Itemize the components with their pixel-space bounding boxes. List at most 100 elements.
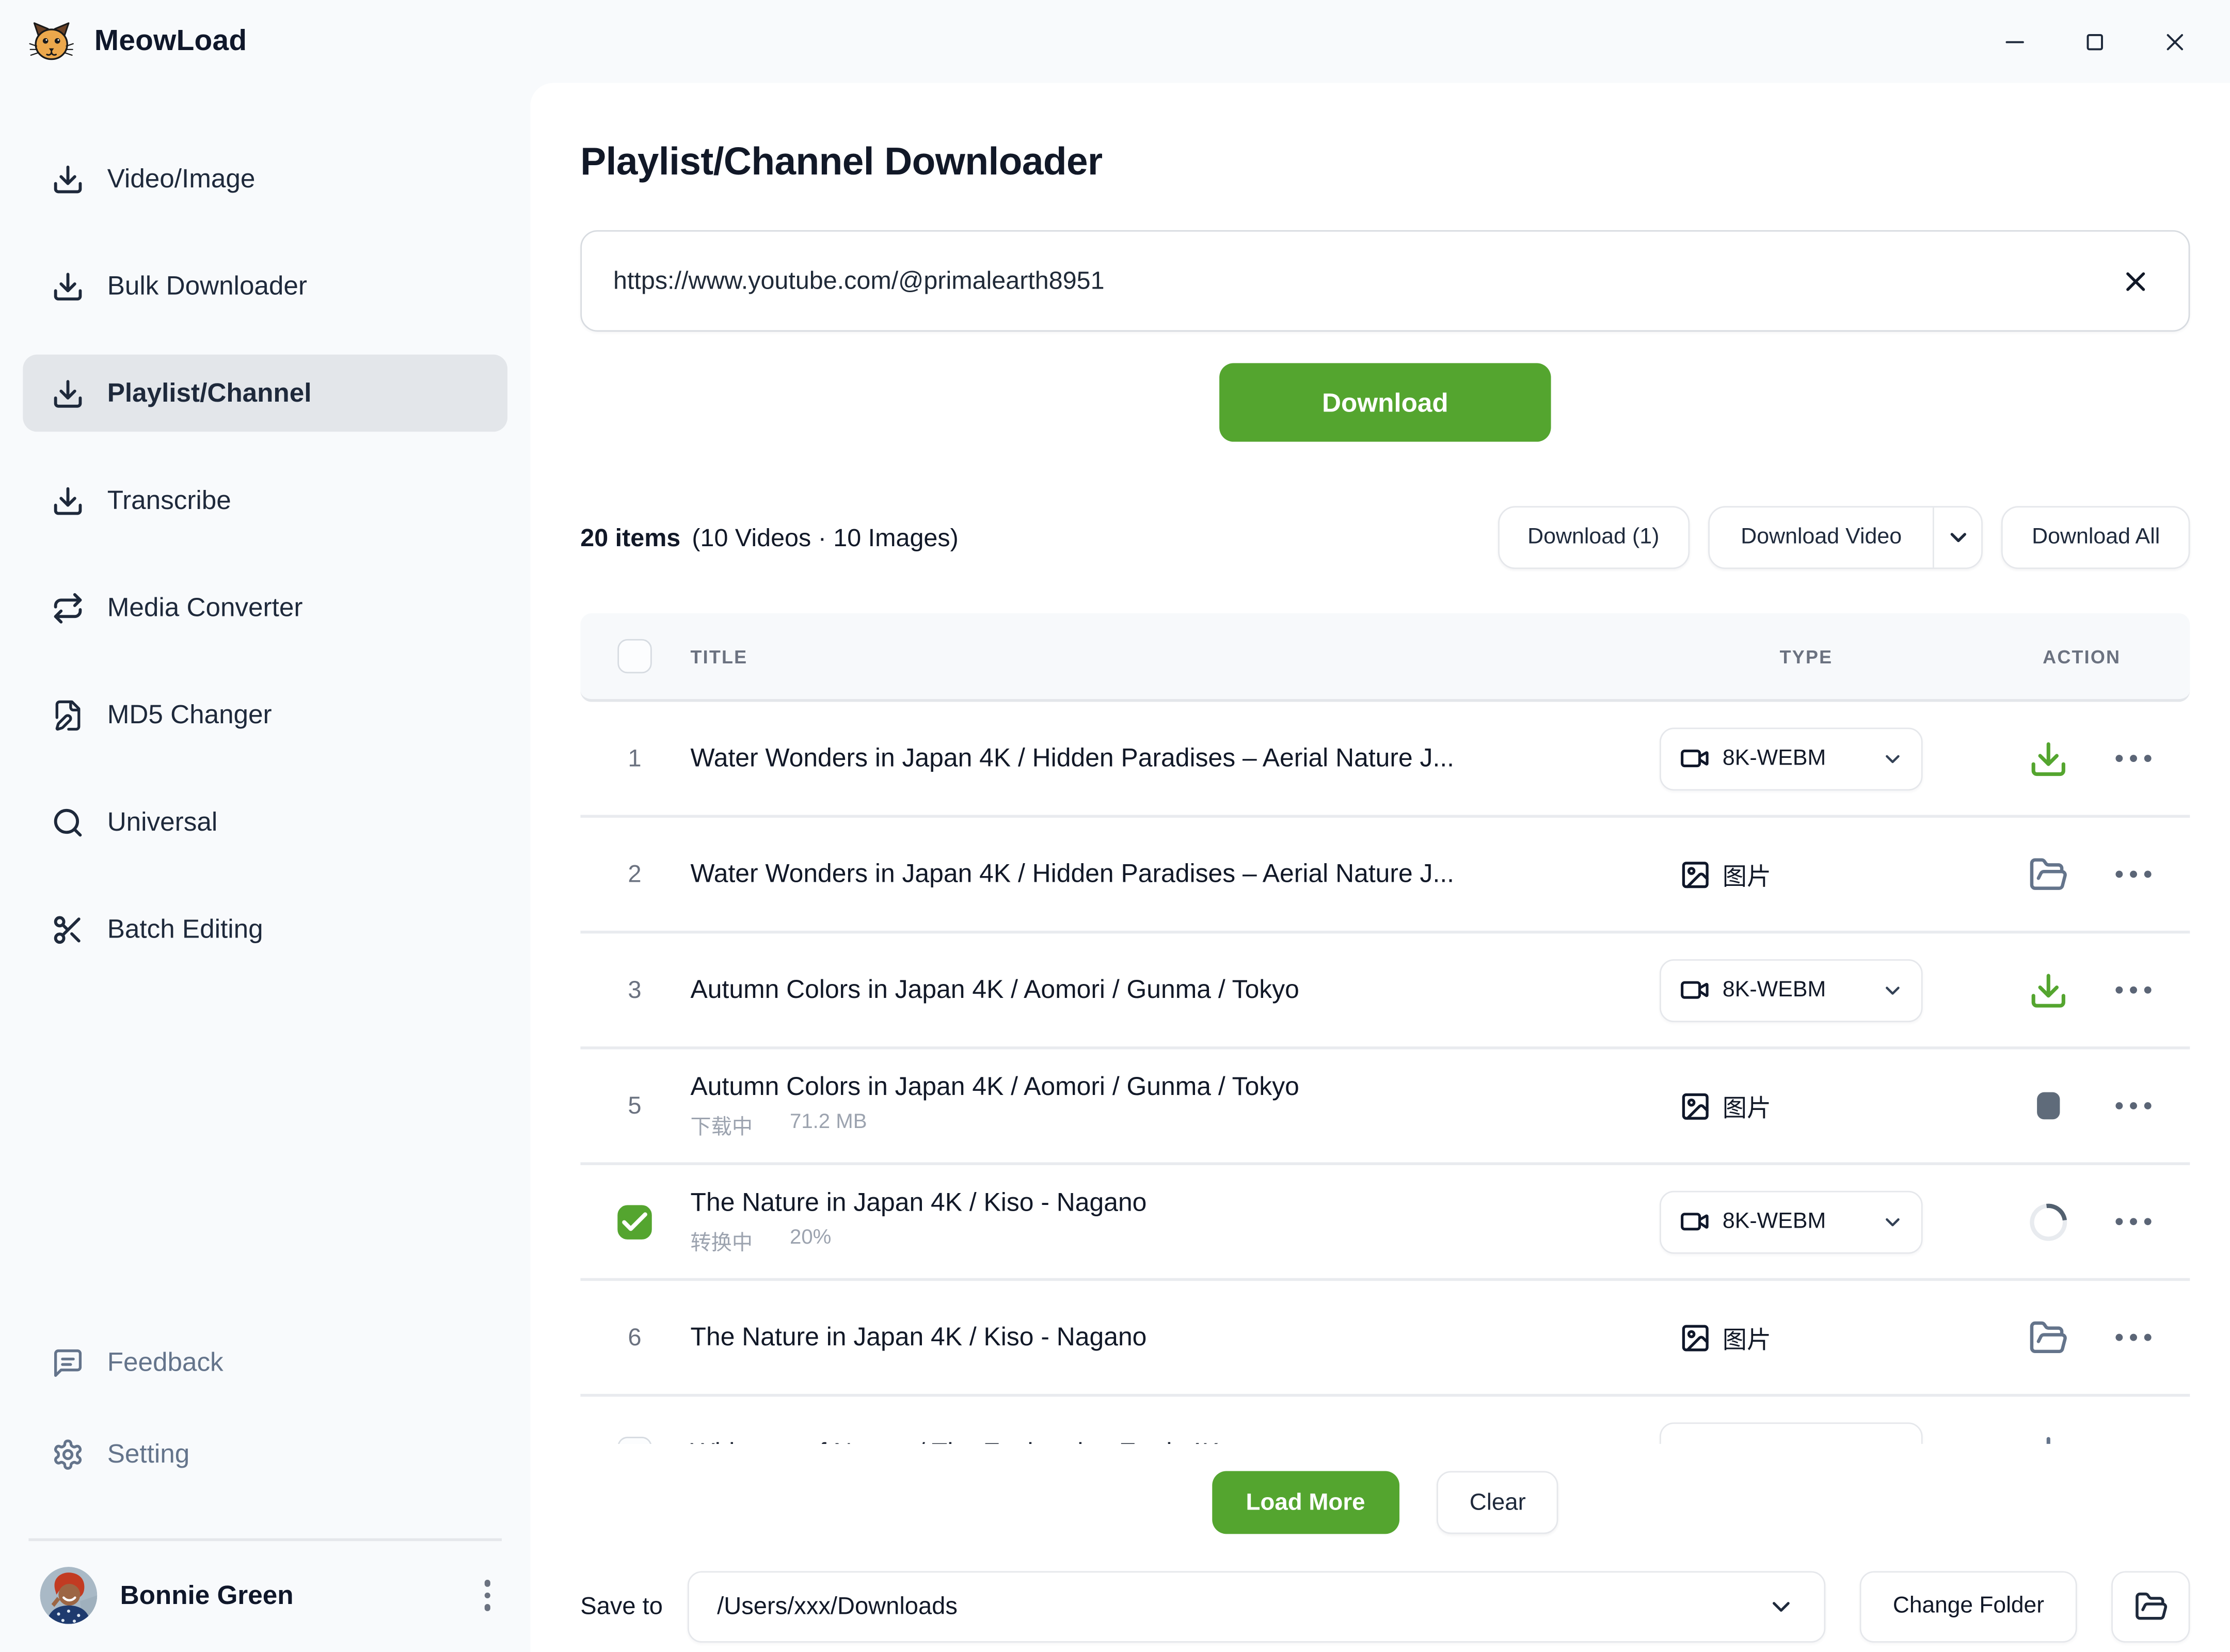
type-cell: 图片: [1660, 1088, 1771, 1123]
download-button[interactable]: Download: [1219, 363, 1551, 441]
format-select[interactable]: 8K-WEBM: [1660, 959, 1923, 1022]
app-title: MeowLoad: [94, 24, 247, 58]
repeat-icon: [52, 591, 85, 624]
more-options-button[interactable]: [2111, 1212, 2155, 1231]
download-item-button[interactable]: [2028, 738, 2068, 779]
download-icon: [52, 162, 85, 195]
url-input-container: [580, 230, 2190, 332]
row-number: 3: [628, 976, 641, 1004]
gear-icon: [52, 1437, 85, 1470]
row-status: 转换中 20%: [691, 1226, 1660, 1256]
scissors-icon: [52, 913, 85, 946]
more-options-button[interactable]: [2111, 865, 2155, 883]
sidebar-item-batch-editing[interactable]: Batch Editing: [23, 891, 507, 968]
user-menu-kebab-icon[interactable]: [475, 1571, 499, 1619]
image-icon: [1680, 859, 1711, 890]
open-folder-button[interactable]: [2028, 1317, 2068, 1358]
row-title: Whispers of Nature / The Enchanting Eart…: [691, 1438, 1660, 1444]
column-header-title: TITLE: [669, 645, 1660, 667]
download-selected-button[interactable]: Download (1): [1498, 506, 1690, 569]
load-more-button[interactable]: Load More: [1212, 1471, 1399, 1534]
format-label: 8K-WEBM: [1723, 977, 1868, 1003]
items-table: TITLE TYPE ACTION 1 Water Wonders in Jap…: [580, 613, 2190, 1444]
download-icon: [52, 484, 85, 517]
row-title: Water Wonders in Japan 4K / Hidden Parad…: [691, 859, 1660, 889]
table-row: Whispers of Nature / The Enchanting Eart…: [580, 1397, 2190, 1444]
column-header-type: TYPE: [1660, 645, 1946, 667]
select-all-checkbox[interactable]: [617, 639, 651, 673]
page-title: Playlist/Channel Downloader: [580, 140, 2190, 184]
items-summary: 20 items (10 Videos · 10 Images): [580, 522, 958, 552]
sidebar-item-setting[interactable]: Setting: [23, 1416, 507, 1493]
format-select[interactable]: 8K-WEBM: [1660, 727, 1923, 790]
video-icon: [1680, 1438, 1710, 1444]
row-checkbox[interactable]: [617, 1436, 651, 1444]
sidebar-item-universal[interactable]: Universal: [23, 784, 507, 861]
stop-button[interactable]: [2028, 1086, 2068, 1126]
chevron-down-icon: [1767, 1593, 1795, 1621]
format-select[interactable]: 8K-WEBM: [1660, 1422, 1923, 1444]
table-row: 3 Autumn Colors in Japan 4K / Aomori / G…: [580, 933, 2190, 1049]
type-label: 图片: [1723, 1088, 1771, 1123]
chevron-down-icon: [1881, 979, 1904, 1002]
chevron-down-icon[interactable]: [1933, 506, 1982, 569]
open-folder-icon[interactable]: [2111, 1571, 2190, 1642]
format-label: 8K-WEBM: [1723, 1440, 1868, 1444]
clear-button[interactable]: Clear: [1437, 1471, 1559, 1534]
video-icon: [1680, 975, 1710, 1005]
sidebar-item-md5-changer[interactable]: MD5 Changer: [23, 676, 507, 754]
row-title: The Nature in Japan 4K / Kiso - Nagano: [691, 1187, 1660, 1217]
minimize-icon[interactable]: [1990, 17, 2038, 66]
url-input[interactable]: [613, 266, 2114, 296]
sidebar-item-transcribe[interactable]: Transcribe: [23, 462, 507, 539]
video-icon: [1680, 743, 1710, 773]
row-number: 2: [628, 860, 641, 888]
app-window: MeowLoad Video/Image Bulk Downloader Pla…: [0, 0, 2230, 1652]
main-panel: Playlist/Channel Downloader Download 20 …: [530, 83, 2230, 1652]
more-options-button[interactable]: [2111, 981, 2155, 999]
download-video-label[interactable]: Download Video: [1709, 525, 1933, 550]
format-label: 8K-WEBM: [1723, 745, 1868, 771]
download-all-button[interactable]: Download All: [2002, 506, 2190, 569]
search-icon: [52, 805, 85, 838]
message-icon: [52, 1346, 85, 1379]
download-item-button[interactable]: [2028, 1433, 2068, 1444]
download-video-split-button[interactable]: Download Video: [1708, 506, 1983, 569]
more-options-button[interactable]: [2111, 749, 2155, 768]
type-cell: 图片: [1660, 856, 1771, 892]
chevron-down-icon: [1881, 1210, 1904, 1233]
sidebar-item-bulk-downloader[interactable]: Bulk Downloader: [23, 247, 507, 325]
sidebar: Video/Image Bulk Downloader Playlist/Cha…: [0, 83, 530, 1652]
row-title: Autumn Colors in Japan 4K / Aomori / Gun…: [691, 1072, 1660, 1102]
row-status: 下载中 71.2 MB: [691, 1110, 1660, 1140]
sidebar-item-media-converter[interactable]: Media Converter: [23, 569, 507, 646]
sidebar-item-feedback[interactable]: Feedback: [23, 1324, 507, 1401]
row-status-value: 71.2 MB: [790, 1110, 867, 1140]
change-folder-button[interactable]: Change Folder: [1860, 1571, 2077, 1642]
brand: MeowLoad: [28, 19, 247, 65]
clear-url-icon[interactable]: [2114, 260, 2157, 303]
download-icon: [52, 269, 85, 303]
file-pen-icon: [52, 698, 85, 732]
window-controls: [1990, 17, 2199, 66]
more-options-button[interactable]: [2111, 1097, 2155, 1115]
format-select[interactable]: 8K-WEBM: [1660, 1190, 1923, 1253]
open-folder-button[interactable]: [2028, 854, 2068, 895]
sidebar-divider: [28, 1538, 502, 1542]
save-path-select[interactable]: /Users/xxx/Downloads: [687, 1571, 1826, 1642]
row-checkbox-checked[interactable]: [617, 1204, 651, 1238]
image-icon: [1680, 1322, 1711, 1353]
download-item-button[interactable]: [2028, 970, 2068, 1010]
sidebar-item-playlist-channel[interactable]: Playlist/Channel: [23, 355, 507, 432]
more-options-button[interactable]: [2111, 1328, 2155, 1347]
items-count: 20 items: [580, 522, 680, 552]
table-row: The Nature in Japan 4K / Kiso - Nagano 转…: [580, 1165, 2190, 1281]
close-icon[interactable]: [2150, 17, 2199, 66]
user-row[interactable]: Bonnie Green: [23, 1567, 507, 1624]
table-row: 2 Water Wonders in Japan 4K / Hidden Par…: [580, 818, 2190, 933]
save-bar: Save to /Users/xxx/Downloads Change Fold…: [580, 1571, 2190, 1642]
chevron-down-icon: [1881, 1442, 1904, 1444]
row-status-value: 20%: [790, 1226, 831, 1256]
sidebar-item-video-image[interactable]: Video/Image: [23, 140, 507, 217]
maximize-icon[interactable]: [2070, 17, 2118, 66]
